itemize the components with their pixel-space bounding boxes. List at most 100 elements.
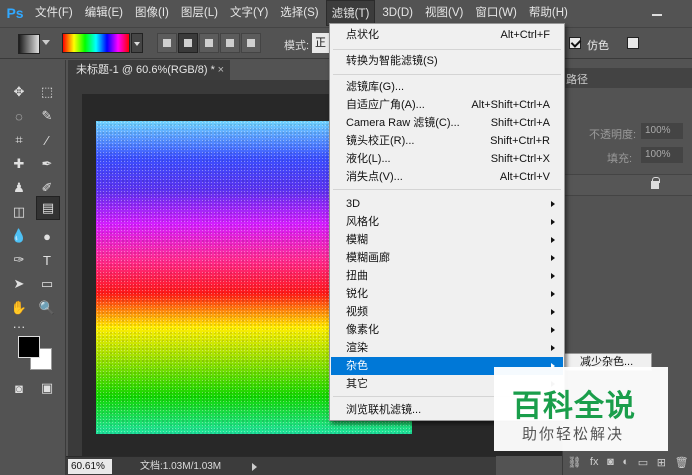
history-brush-tool-icon[interactable]: ✐ — [36, 178, 58, 198]
menu-item-distort[interactable]: 扭曲 — [331, 267, 563, 285]
zoom-input[interactable]: 60.61% — [68, 459, 112, 474]
marquee-tool-icon[interactable]: ⬚ — [36, 82, 58, 102]
chevron-right-icon — [551, 255, 555, 261]
reflected-gradient-button[interactable] — [220, 33, 240, 53]
eraser-tool-icon[interactable]: ◫ — [8, 202, 30, 222]
menu-item-lens-correction[interactable]: 镜头校正(R)... Shift+Ctrl+R — [331, 132, 563, 150]
gradient-picker-dropdown[interactable] — [131, 33, 143, 53]
adjustment-icon[interactable]: ◐ — [622, 456, 629, 468]
opacity-label: 不透明度: — [589, 129, 637, 141]
new-layer-icon[interactable]: ⊞ — [657, 456, 666, 469]
menu-separator — [333, 49, 561, 50]
filter-menu: 点状化 Alt+Ctrl+F 转换为智能滤镜(S) 滤镜库(G)... 自适应广角… — [329, 23, 565, 421]
hand-tool-icon[interactable]: ✋ — [8, 298, 30, 318]
tab-paths[interactable]: 路径 — [566, 71, 588, 87]
path-select-tool-icon[interactable]: ➤ — [8, 274, 30, 294]
status-menu-arrow-icon[interactable] — [252, 463, 257, 471]
document-tab[interactable]: 未标题-1 @ 60.6%(RGB/8) * × — [68, 60, 230, 80]
chevron-right-icon — [551, 309, 555, 315]
lasso-tool-icon[interactable]: ◌ — [8, 106, 30, 126]
crop-tool-icon[interactable]: ⌗ — [8, 130, 30, 150]
watermark-subtitle: 助你轻松解决 — [522, 426, 625, 443]
dither-label: 仿色 — [587, 40, 609, 52]
fx-icon[interactable]: fx — [590, 456, 599, 468]
mode-label: 模式: — [284, 40, 310, 52]
opacity-input[interactable]: 100% — [641, 123, 683, 139]
menu-item-sharpen[interactable]: 锐化 — [331, 285, 563, 303]
link-layers-icon[interactable]: ⛓ — [567, 456, 581, 469]
radial-gradient-button[interactable] — [178, 33, 198, 53]
chevron-right-icon — [551, 291, 555, 297]
chevron-right-icon — [551, 201, 555, 207]
blur-tool-icon[interactable]: 💧 — [8, 226, 30, 246]
transparency-checkbox[interactable] — [627, 37, 639, 49]
menu-file[interactable]: 文件(F) — [30, 0, 78, 26]
type-tool-icon[interactable]: T — [36, 250, 58, 270]
screen-mode-icon[interactable]: ▣ — [36, 378, 58, 398]
chevron-right-icon — [551, 273, 555, 279]
dodge-tool-icon[interactable]: ● — [36, 226, 58, 246]
chevron-down-icon[interactable] — [42, 40, 50, 45]
menu-item-pixelate[interactable]: 像素化 — [331, 321, 563, 339]
clone-stamp-tool-icon[interactable]: ♟ — [8, 178, 30, 198]
menu-item-adaptive-wide-angle[interactable]: 自适应广角(A)... Alt+Shift+Ctrl+A — [331, 96, 563, 114]
menu-item-render[interactable]: 渲染 — [331, 339, 563, 357]
chevron-right-icon — [551, 327, 555, 333]
foreground-color-swatch[interactable] — [18, 336, 40, 358]
menu-item-filter-gallery[interactable]: 滤镜库(G)... — [331, 78, 563, 96]
menu-item-blur-gallery[interactable]: 模糊画廊 — [331, 249, 563, 267]
zoom-tool-icon[interactable]: 🔍 — [36, 298, 58, 318]
menu-item-blur[interactable]: 模糊 — [331, 231, 563, 249]
shape-tool-icon[interactable]: ▭ — [36, 274, 58, 294]
mask-icon[interactable]: ◙ — [607, 456, 614, 468]
menu-item-stylize[interactable]: 风格化 — [331, 213, 563, 231]
menu-separator — [333, 189, 561, 190]
gradient-tool-icon[interactable]: ▤ — [36, 196, 60, 220]
move-tool-icon[interactable]: ✥ — [8, 82, 30, 102]
trash-icon[interactable]: 🗑 — [675, 456, 689, 469]
diamond-gradient-button[interactable] — [241, 33, 261, 53]
watermark-title: 百科全说 — [512, 390, 636, 423]
panel-tabs: 路径 — [563, 68, 692, 88]
brush-tool-icon[interactable]: ✒ — [36, 154, 58, 174]
watermark: 百科全说 助你轻松解决 — [494, 367, 668, 451]
status-bar: 60.61% 文档:1.03M/1.03M — [66, 456, 496, 475]
quick-select-tool-icon[interactable]: ✎ — [36, 106, 58, 126]
document-title: 未标题-1 @ 60.6%(RGB/8) * — [76, 64, 215, 76]
mode-select[interactable]: 正 — [312, 33, 330, 53]
dither-checkbox[interactable] — [569, 37, 581, 49]
menu-item-video[interactable]: 视频 — [331, 303, 563, 321]
menu-type[interactable]: 文字(Y) — [225, 0, 273, 26]
toolbox: ✥ ⬚ ◌ ✎ ⌗ ⁄ ✚ ✒ ♟ ✐ ◫ ▤ 💧 ● ✑ T ➤ ▭ ✋ 🔍 … — [0, 60, 66, 475]
menu-item-vanishing-point[interactable]: 消失点(V)... Alt+Ctrl+V — [331, 168, 563, 186]
quick-mask-icon[interactable]: ◙ — [8, 378, 30, 398]
tool-preset-picker[interactable] — [18, 34, 40, 54]
menu-item-camera-raw[interactable]: Camera Raw 滤镜(C)... Shift+Ctrl+A — [331, 114, 563, 132]
lock-icon — [651, 177, 660, 189]
layer-row[interactable] — [563, 174, 692, 196]
chevron-right-icon — [551, 237, 555, 243]
menu-item-liquify[interactable]: 液化(L)... Shift+Ctrl+X — [331, 150, 563, 168]
menu-item-convert-smart-filter[interactable]: 转换为智能滤镜(S) — [331, 52, 563, 70]
menu-item-3d[interactable]: 3D — [331, 195, 563, 213]
close-icon[interactable]: × — [218, 60, 224, 80]
chevron-right-icon — [551, 219, 555, 225]
pen-tool-icon[interactable]: ✑ — [8, 250, 30, 270]
menu-select[interactable]: 选择(S) — [275, 0, 323, 26]
menu-image[interactable]: 图像(I) — [130, 0, 174, 26]
linear-gradient-button[interactable] — [157, 33, 177, 53]
vertical-ruler — [68, 94, 82, 456]
eyedropper-tool-icon[interactable]: ⁄ — [36, 130, 58, 150]
folder-icon[interactable]: ▭ — [638, 456, 648, 469]
healing-brush-tool-icon[interactable]: ✚ — [8, 154, 30, 174]
panel-footer: ⛓ fx ◙ ◐ ▭ ⊞ 🗑 — [563, 452, 692, 472]
menu-layer[interactable]: 图层(L) — [176, 0, 223, 26]
minimize-button[interactable] — [650, 5, 664, 19]
chevron-right-icon — [551, 345, 555, 351]
gradient-swatch[interactable] — [62, 33, 130, 53]
menu-item-pointillize[interactable]: 点状化 Alt+Ctrl+F — [331, 26, 563, 44]
more-tools-icon[interactable]: ··· — [8, 316, 30, 336]
angle-gradient-button[interactable] — [199, 33, 219, 53]
fill-input[interactable]: 100% — [641, 147, 683, 163]
menu-edit[interactable]: 编辑(E) — [80, 0, 128, 26]
